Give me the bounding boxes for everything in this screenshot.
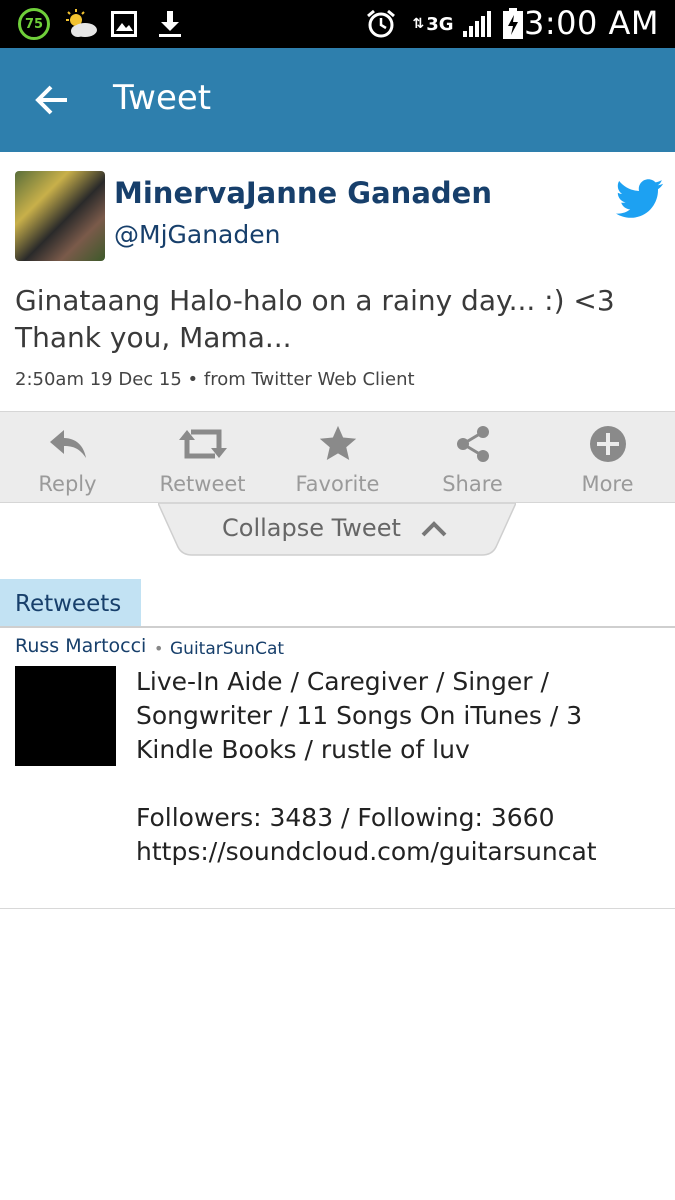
more-label: More — [581, 472, 634, 496]
status-clock: 3:00 AM — [523, 4, 659, 42]
action-bar: Tweet — [0, 48, 675, 152]
share-button[interactable]: Share — [405, 412, 540, 504]
retweet-button[interactable]: Retweet — [135, 412, 270, 504]
bio-stats: Followers: 3483 / Following: 3660 https:… — [136, 803, 597, 866]
divider — [0, 908, 675, 909]
reply-icon — [0, 424, 135, 464]
battery-level: 75 — [24, 16, 44, 32]
tweet-text: Ginataang Halo-halo on a rainy day... :)… — [15, 284, 615, 354]
favorite-button[interactable]: Favorite — [270, 412, 405, 504]
retweeter-name[interactable]: Russ Martocci — [15, 635, 146, 657]
name-separator: • — [154, 639, 164, 658]
retweeter-handle[interactable]: GuitarSunCat — [170, 639, 284, 659]
gallery-icon — [110, 8, 138, 40]
tweet-action-toolbar: Reply Retweet Favorite Share More — [0, 411, 675, 503]
plus-circle-icon — [540, 424, 675, 464]
weather-icon — [64, 8, 98, 40]
divider — [0, 626, 675, 628]
download-icon — [156, 8, 184, 40]
back-arrow-icon[interactable] — [28, 78, 76, 122]
page-title: Tweet — [113, 78, 212, 118]
share-label: Share — [442, 472, 503, 496]
star-icon — [270, 424, 405, 464]
retweet-label: Retweet — [159, 472, 246, 496]
battery-icon — [500, 8, 526, 40]
reply-button[interactable]: Reply — [0, 412, 135, 504]
signal-icon — [460, 8, 494, 40]
chevron-up-icon — [420, 517, 448, 541]
collapse-tweet-label: Collapse Tweet — [222, 514, 401, 542]
more-button[interactable]: More — [540, 412, 675, 504]
retweeter-avatar[interactable] — [15, 666, 116, 766]
author-display-name[interactable]: MinervaJanne Ganaden — [114, 176, 492, 210]
battery-ring-icon: 75 — [18, 8, 50, 40]
retweet-icon — [135, 424, 270, 464]
collapse-tweet-button[interactable]: Collapse Tweet — [158, 503, 516, 556]
retweeter-bio: Live-In Aide / Caregiver / Singer / Song… — [136, 665, 656, 869]
share-icon — [405, 424, 540, 464]
favorite-label: Favorite — [295, 472, 380, 496]
retweets-tab[interactable]: Retweets — [0, 579, 141, 627]
author-handle[interactable]: @MjGanaden — [114, 220, 280, 249]
author-avatar[interactable] — [15, 171, 105, 261]
alarm-icon — [364, 8, 398, 40]
bio-text: Live-In Aide / Caregiver / Singer / Song… — [136, 667, 583, 764]
tweet-meta: 2:50am 19 Dec 15 • from Twitter Web Clie… — [15, 369, 415, 390]
network-type: 3G — [426, 13, 454, 35]
status-bar: 75 ⇅ 3G 3:00 AM — [0, 0, 675, 48]
twitter-bird-icon — [615, 178, 664, 220]
reply-label: Reply — [38, 472, 97, 496]
data-arrows-icon: ⇅ 3G — [412, 13, 454, 35]
